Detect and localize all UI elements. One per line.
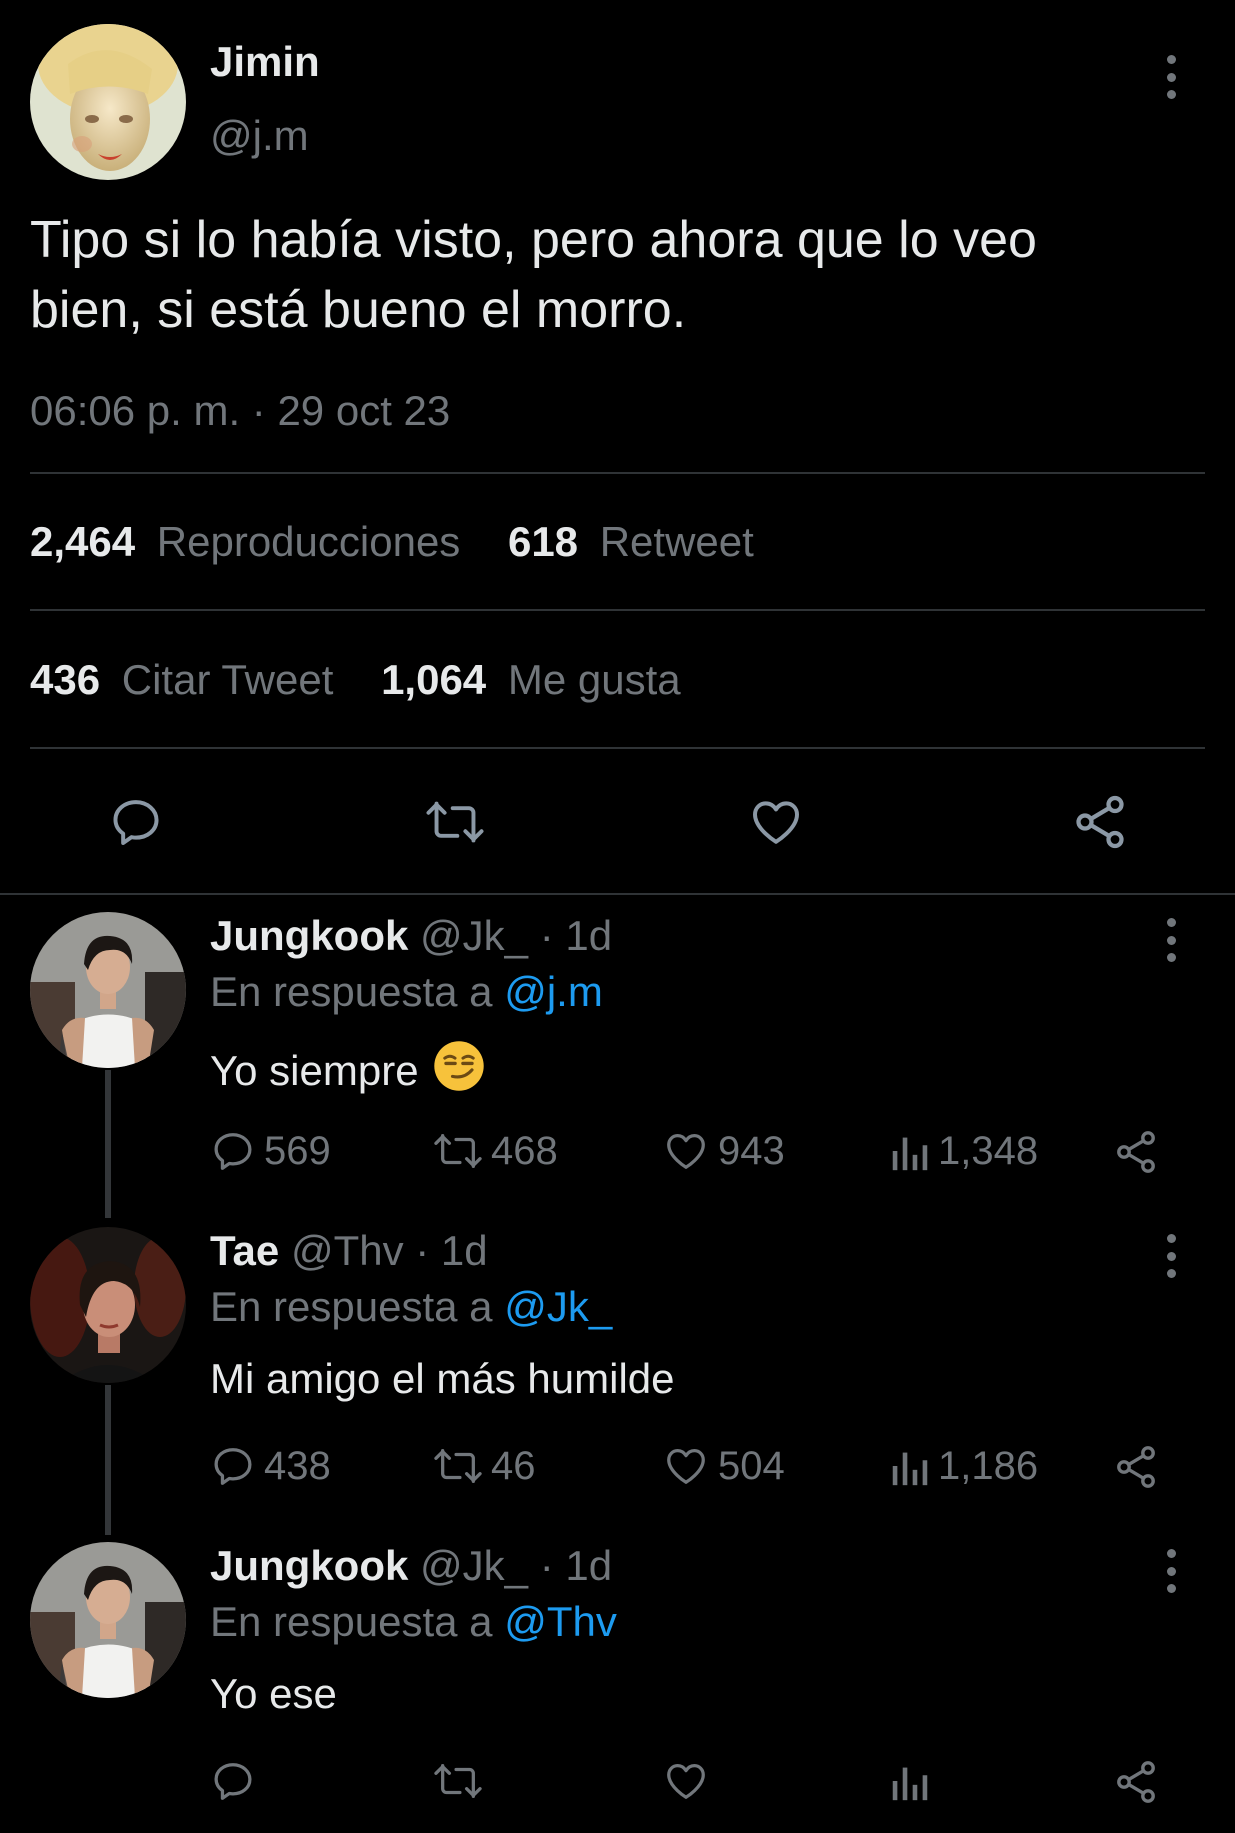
- views-action[interactable]: 1,348: [890, 1128, 1038, 1174]
- reply-handle[interactable]: @Jk_: [420, 912, 528, 959]
- section-divider: [0, 893, 1235, 895]
- share-icon[interactable]: [1070, 792, 1130, 852]
- reply-handle[interactable]: @Jk_: [420, 1542, 528, 1589]
- avatar-jimin[interactable]: [30, 24, 186, 180]
- retweet-action[interactable]: 468: [433, 1128, 558, 1174]
- thread-connector: [105, 1070, 111, 1218]
- reply-action[interactable]: 569: [210, 1128, 331, 1174]
- retweet-count: 46: [491, 1443, 536, 1488]
- reply-context-prefix: En respuesta a: [210, 1598, 493, 1645]
- author-handle[interactable]: @j.m: [210, 112, 309, 160]
- reply-context: En respuesta a @Thv: [210, 1598, 617, 1646]
- reply-header: Jungkook @Jk_ · 1d: [210, 912, 612, 960]
- retweet-icon: [433, 1128, 483, 1174]
- thread-connector: [105, 1385, 111, 1535]
- share-icon[interactable]: [1112, 1128, 1160, 1176]
- stats-row-1: 2,464 Reproducciones 618 Retweet: [30, 518, 754, 566]
- like-action[interactable]: 504: [662, 1443, 785, 1489]
- author-display-name[interactable]: Jimin: [210, 38, 320, 86]
- reply-count: 438: [264, 1443, 331, 1488]
- reply-text: Mi amigo el más humilde: [210, 1355, 675, 1402]
- tweet-text-line-1: Tipo si lo había visto, pero ahora que l…: [30, 211, 1037, 269]
- share-icon[interactable]: [1112, 1443, 1160, 1491]
- reply-count: 569: [264, 1128, 331, 1173]
- quotes-count: 436: [30, 656, 101, 703]
- reply-context-prefix: En respuesta a: [210, 968, 493, 1015]
- reply-text-content: Yo siempre: [210, 1047, 419, 1094]
- divider: [30, 747, 1205, 749]
- more-options-icon[interactable]: [1164, 1234, 1178, 1278]
- views-count: 2,464: [30, 518, 136, 565]
- stats-row-2: 436 Citar Tweet 1,064 Me gusta: [30, 656, 681, 704]
- reply-icon: [210, 1443, 256, 1489]
- avatar-jungkook[interactable]: [30, 912, 186, 1068]
- tweet-text-line-2: bien, si está bueno el morro.: [30, 281, 687, 339]
- reply-text: Yo siempre: [210, 1040, 485, 1102]
- smirking-face-icon: [433, 1040, 485, 1102]
- more-options-icon[interactable]: [1164, 918, 1178, 962]
- retweets-label[interactable]: Retweet: [600, 518, 754, 565]
- quotes-label[interactable]: Citar Tweet: [122, 656, 334, 703]
- tweet-timestamp[interactable]: 06:06 p. m. · 29 oct 23: [30, 387, 450, 435]
- divider: [30, 609, 1205, 611]
- reply-time[interactable]: · 1d: [415, 1227, 487, 1274]
- reply-context-mention[interactable]: @Jk_: [504, 1283, 612, 1330]
- reply-display-name[interactable]: Jungkook: [210, 912, 408, 959]
- like-count: 504: [718, 1443, 785, 1488]
- reply-header: Jungkook @Jk_ · 1d: [210, 1542, 612, 1590]
- share-icon[interactable]: [1112, 1758, 1160, 1806]
- reply-context: En respuesta a @Jk_: [210, 1283, 612, 1331]
- views-action[interactable]: 1,186: [890, 1443, 1038, 1489]
- reply-icon[interactable]: [210, 1758, 256, 1804]
- tweet-text: Tipo si lo había visto, pero ahora que l…: [30, 205, 1210, 345]
- analytics-icon: [890, 1128, 930, 1174]
- like-action[interactable]: 943: [662, 1128, 785, 1174]
- retweet-count: 468: [491, 1128, 558, 1173]
- like-icon: [662, 1128, 710, 1174]
- analytics-icon[interactable]: [890, 1758, 930, 1804]
- like-icon[interactable]: [747, 794, 805, 850]
- likes-label[interactable]: Me gusta: [508, 656, 681, 703]
- reply-action[interactable]: 438: [210, 1443, 331, 1489]
- reply-display-name[interactable]: Tae: [210, 1227, 279, 1274]
- reply-header: Tae @Thv · 1d: [210, 1227, 488, 1275]
- retweets-count: 618: [507, 518, 579, 565]
- retweet-icon[interactable]: [433, 1758, 483, 1804]
- like-icon: [662, 1443, 710, 1489]
- retweet-icon: [433, 1443, 483, 1489]
- reply-context-mention[interactable]: @Thv: [504, 1598, 617, 1645]
- reply-icon: [210, 1128, 256, 1174]
- likes-count: 1,064: [381, 656, 487, 703]
- reply-text: Yo ese: [210, 1670, 337, 1717]
- views-count: 1,348: [938, 1128, 1039, 1173]
- more-options-icon[interactable]: [1164, 55, 1178, 99]
- like-icon[interactable]: [662, 1758, 710, 1804]
- reply-display-name[interactable]: Jungkook: [210, 1542, 408, 1589]
- reply-icon[interactable]: [108, 794, 164, 850]
- more-options-icon[interactable]: [1164, 1549, 1178, 1593]
- analytics-icon: [890, 1443, 930, 1489]
- like-count: 943: [718, 1128, 785, 1173]
- retweet-icon[interactable]: [425, 794, 485, 850]
- reply-time[interactable]: · 1d: [540, 1542, 612, 1589]
- reply-context-prefix: En respuesta a: [210, 1283, 493, 1330]
- reply-handle[interactable]: @Thv: [291, 1227, 404, 1274]
- reply-time[interactable]: · 1d: [540, 912, 612, 959]
- reply-context: En respuesta a @j.m: [210, 968, 603, 1016]
- avatar-tae[interactable]: [30, 1227, 186, 1383]
- divider: [30, 472, 1205, 474]
- retweet-action[interactable]: 46: [433, 1443, 536, 1489]
- views-label[interactable]: Reproducciones: [157, 518, 461, 565]
- avatar-jungkook[interactable]: [30, 1542, 186, 1698]
- views-count: 1,186: [938, 1443, 1039, 1488]
- reply-context-mention[interactable]: @j.m: [504, 968, 603, 1015]
